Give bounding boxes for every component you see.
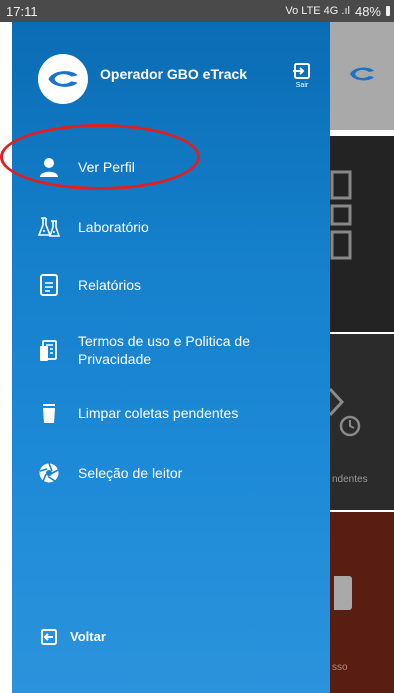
menu-item-relatorios[interactable]: Relatórios	[12, 272, 330, 298]
battery-icon	[386, 6, 390, 16]
menu-item-label: Limpar coletas pendentes	[78, 405, 239, 421]
logout-label: Sair	[295, 82, 309, 89]
trash-icon	[38, 402, 60, 424]
back-button[interactable]: Voltar	[12, 626, 330, 650]
aperture-icon	[38, 462, 60, 484]
background-tile-label: ndentes	[332, 474, 368, 485]
navigation-drawer: Operador GBO eTrack Sair Ver Perfil Labo…	[12, 22, 330, 693]
battery-percent: 48%	[354, 3, 381, 19]
logout-button[interactable]: Sair	[290, 62, 314, 89]
screen: 17:11 Vo LTE 4G .ıl 48% ndentes sso Oper…	[0, 0, 394, 693]
refresh-tag-icon	[330, 387, 361, 437]
background-button[interactable]	[334, 576, 352, 610]
back-icon	[40, 628, 58, 651]
signal-indicator: Vo LTE 4G .ıl	[285, 5, 350, 17]
app-logo-icon	[348, 66, 376, 87]
background-tile-access[interactable]: sso	[330, 512, 394, 693]
avatar	[38, 54, 88, 104]
background-tile-label: sso	[332, 662, 348, 673]
operator-name: Operador GBO eTrack	[100, 66, 248, 82]
menu-item-label: Laboratório	[78, 219, 149, 235]
status-bar: 17:11 Vo LTE 4G .ıl 48%	[0, 0, 394, 22]
menu-item-selecao-leitor[interactable]: Seleção de leitor	[12, 460, 330, 486]
background-tile-qr[interactable]	[330, 136, 394, 332]
background-tile-pending[interactable]: ndentes	[330, 334, 394, 510]
menu-item-label: Seleção de leitor	[78, 465, 183, 481]
menu-item-label: Ver Perfil	[78, 159, 135, 175]
background-header	[330, 22, 394, 130]
menu-item-termos[interactable]: Termos de uso e Politica de Privacidade	[12, 330, 330, 374]
terms-icon	[38, 340, 60, 362]
user-icon	[38, 156, 60, 178]
logout-icon	[293, 63, 310, 79]
menu-item-label: Termos de uso e Politica de Privacidade	[78, 333, 250, 367]
drawer-header: Operador GBO eTrack Sair	[12, 22, 330, 130]
menu-item-ver-perfil[interactable]: Ver Perfil	[12, 154, 330, 180]
app-logo-icon	[48, 71, 78, 87]
document-icon	[38, 274, 60, 296]
menu-item-limpar-coletas[interactable]: Limpar coletas pendentes	[12, 400, 330, 426]
qr-code-icon	[330, 170, 352, 260]
menu-item-laboratorio[interactable]: Laboratório	[12, 214, 330, 240]
status-time: 17:11	[6, 3, 38, 19]
status-indicators: Vo LTE 4G .ıl 48%	[285, 4, 390, 19]
back-label: Voltar	[70, 629, 106, 644]
lab-icon	[38, 216, 60, 238]
menu-item-label: Relatórios	[78, 277, 142, 293]
